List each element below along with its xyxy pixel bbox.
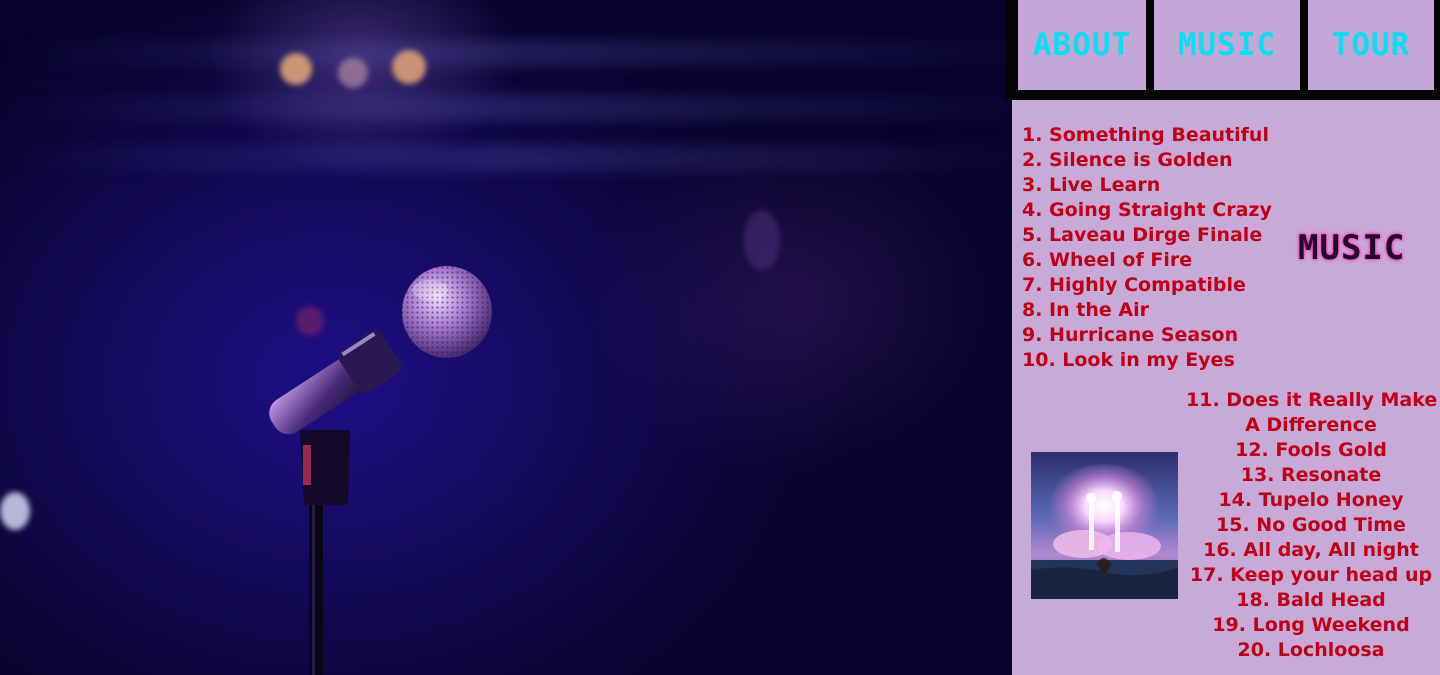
track-item: 14. Tupelo Honey (1218, 489, 1404, 511)
track-item: 8. In the Air (1022, 299, 1149, 321)
track-item: 2. Silence is Golden (1022, 149, 1233, 171)
track-list-secondary: 11. Does it Really Make A Difference 12.… (1186, 388, 1438, 663)
track-item: 20. Lochloosa (1237, 639, 1385, 661)
hero-stage-image (0, 0, 1012, 675)
top-nav: ABOUT MUSIC TOUR (1006, 0, 1440, 100)
track-item: 7. Highly Compatible (1022, 274, 1246, 296)
track-item: 13. Resonate (1240, 464, 1382, 486)
track-item: 3. Live Learn (1022, 174, 1161, 196)
music-heading: MUSIC (1298, 228, 1406, 268)
nav-tab-tour[interactable]: TOUR (1308, 0, 1434, 90)
track-list-primary: 1. Something Beautiful 2. Silence is Gol… (1022, 123, 1272, 373)
track-item: 18. Bald Head (1236, 589, 1386, 611)
track-item: 19. Long Weekend (1212, 614, 1410, 636)
track-item: 12. Fools Gold (1235, 439, 1387, 461)
track-item: 11. Does it Really Make (1186, 389, 1438, 411)
track-item: 6. Wheel of Fire (1022, 249, 1193, 271)
track-item: 10. Look in my Eyes (1022, 349, 1235, 371)
track-item: 9. Hurricane Season (1022, 324, 1239, 346)
track-item: 5. Laveau Dirge Finale (1022, 224, 1263, 246)
track-item: 4. Going Straight Crazy (1022, 199, 1272, 221)
album-cover-image (1031, 452, 1178, 599)
microphone-illustration (269, 266, 492, 675)
nav-tab-music[interactable]: MUSIC (1154, 0, 1300, 90)
nav-tab-about[interactable]: ABOUT (1018, 0, 1146, 90)
track-item: 15. No Good Time (1216, 514, 1406, 536)
track-item: 1. Something Beautiful (1022, 124, 1269, 146)
track-item: 17. Keep your head up (1189, 564, 1433, 586)
track-item: A Difference (1245, 414, 1377, 436)
track-item: 16. All day, All night (1203, 539, 1419, 561)
